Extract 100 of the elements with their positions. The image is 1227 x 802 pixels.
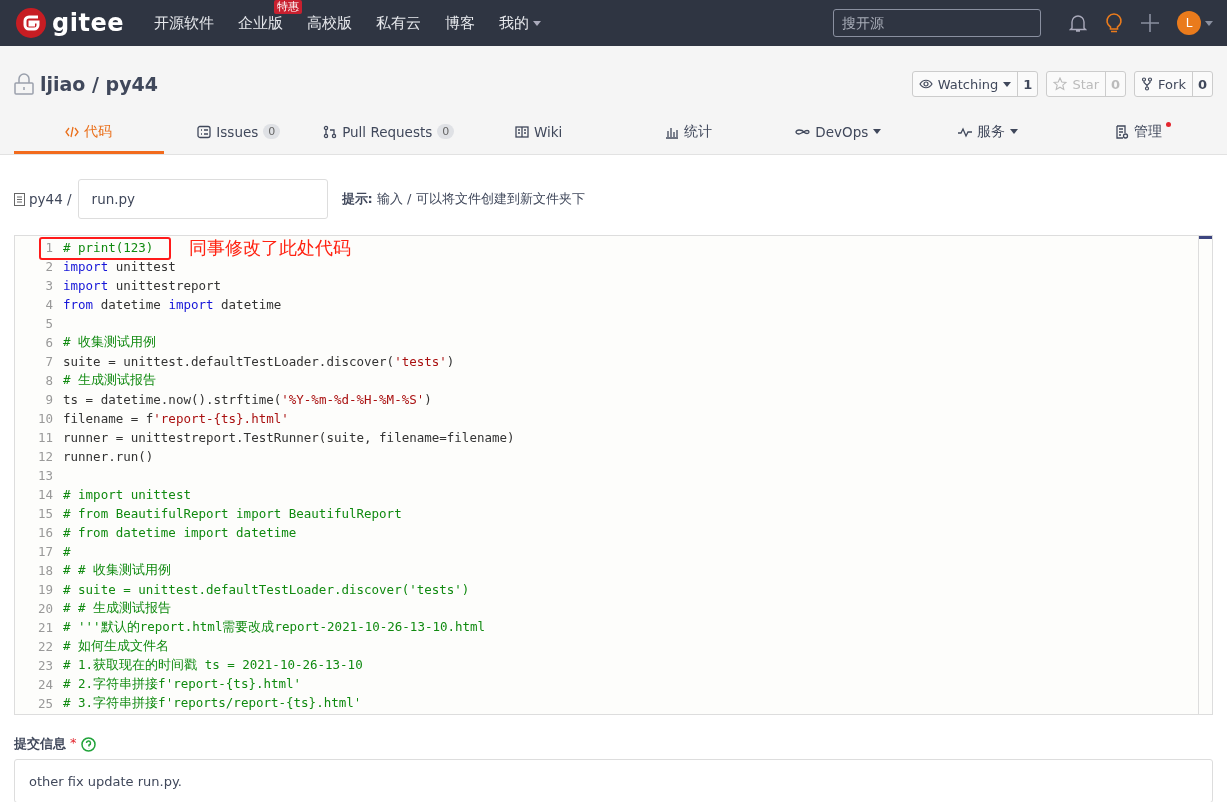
code-line: filename = f'report-{ts}.html': [63, 411, 289, 426]
star-icon: [1053, 77, 1068, 91]
code-icon: [65, 124, 80, 139]
repo-tab[interactable]: 管理: [1063, 112, 1213, 154]
caret-icon: [532, 20, 541, 26]
field-label: 提交信息: [14, 735, 66, 753]
filename-field[interactable]: run.py: [77, 179, 328, 219]
search-field[interactable]: 搜开源: [833, 9, 1041, 37]
repo-action-button[interactable]: Fork: [1135, 72, 1193, 96]
code-editor[interactable]: [14, 235, 1213, 715]
plus-icon[interactable]: [1141, 14, 1159, 32]
scrollbar[interactable]: [1198, 236, 1212, 714]
line-number: 18: [36, 563, 54, 578]
line-number: 14: [36, 487, 54, 502]
caret-icon: [1205, 20, 1213, 26]
line-number: 24: [36, 677, 54, 692]
nav-link[interactable]: 高校版: [306, 13, 352, 33]
book-icon: [514, 124, 529, 139]
repo-tab[interactable]: DevOps: [763, 112, 914, 154]
code-line: # 2.字符串拼接f'report-{ts}.html': [63, 676, 302, 693]
pull-request-icon: [323, 124, 338, 139]
code-line: # print(123): [63, 240, 154, 255]
nav-link[interactable]: 私有云: [375, 13, 421, 33]
help-icon[interactable]: [80, 736, 96, 752]
hint-text: 提示: 输入 / 可以将文件创建到新文件夹下: [341, 190, 585, 208]
code-line: # from datetime import datetime: [63, 525, 297, 540]
repository-title[interactable]: ljiao / py44: [40, 73, 158, 95]
code-line: runner = unittestreport.TestRunner(suite, filename=filename): [63, 430, 515, 445]
nav-link[interactable]: 博客: [444, 13, 475, 33]
promo-badge: 特惠: [273, 0, 302, 14]
code-line: suite = unittest.defaultTestLoader.discover('tests'): [63, 354, 455, 369]
logo-icon: [16, 8, 46, 38]
count-badge: 0: [437, 124, 455, 139]
code-line: # 如何生成文件名: [63, 638, 170, 655]
line-number: 12: [36, 449, 54, 464]
brand-name[interactable]: gitee: [52, 9, 124, 37]
code-line: # '''默认的report.html需要改成report-2021-10-26-13-10.html: [63, 619, 486, 636]
document-icon: [1114, 124, 1129, 139]
repo-tab[interactable]: Issues 0: [163, 112, 314, 154]
code-line: # 3.字符串拼接f'reports/report-{ts}.html': [63, 695, 362, 712]
line-number: 3: [44, 278, 54, 293]
code-line: ts = datetime.now().strftime('%Y-%m-%d-%H-%M-%S'): [63, 392, 432, 407]
code-line: #: [63, 544, 71, 559]
repo-tab[interactable]: 服务: [913, 112, 1064, 154]
repo-tab[interactable]: Wiki: [463, 112, 614, 154]
repo-action-count[interactable]: 1: [1018, 72, 1038, 96]
repo-tab[interactable]: Pull Requests 0: [313, 112, 464, 154]
code-line: from datetime import datetime: [63, 297, 282, 312]
lock-icon: [14, 73, 34, 95]
folder-link[interactable]: py44 /: [14, 191, 72, 207]
nav-link[interactable]: 我的: [498, 13, 541, 33]
list-icon: [197, 124, 212, 139]
code-line: # # 生成测试报告: [63, 600, 172, 617]
annotation-text: 同事修改了此处代码: [189, 235, 352, 260]
required-mark: *: [70, 735, 77, 750]
line-number: 8: [44, 373, 54, 388]
lightbulb-icon[interactable]: [1105, 12, 1123, 34]
fork-icon: [1141, 77, 1154, 91]
caret-icon: [1010, 129, 1019, 134]
repo-action-button[interactable]: Watching: [912, 72, 1019, 96]
line-number: 7: [44, 354, 54, 369]
line-number: 13: [36, 468, 54, 483]
line-number: 22: [36, 639, 54, 654]
line-number: 6: [44, 335, 54, 350]
line-number: 17: [36, 544, 54, 559]
line-number: 19: [36, 582, 54, 597]
bell-icon[interactable]: [1069, 13, 1087, 33]
nav-link[interactable]: 开源软件: [153, 13, 214, 33]
line-number: 1: [44, 240, 54, 255]
code-line: import unittest: [63, 259, 176, 274]
line-number: 15: [36, 506, 54, 521]
file-icon: [14, 192, 25, 206]
line-number: 21: [36, 620, 54, 635]
eye-icon: [918, 79, 933, 89]
repo-tab[interactable]: 统计: [613, 112, 764, 154]
code-line: # 1.获取现在的时间戳 ts = 2021-10-26-13-10: [63, 657, 363, 674]
line-number: 4: [44, 297, 54, 312]
line-number: 20: [36, 601, 54, 616]
code-line: runner.run(): [63, 449, 154, 464]
commit-message-field[interactable]: other fix update run.py.: [14, 759, 1213, 802]
repo-action-count[interactable]: 0: [1192, 72, 1212, 96]
scrollbar-thumb[interactable]: [1199, 236, 1212, 239]
code-line: # # 收集测试用例: [63, 562, 172, 579]
line-number: 23: [36, 658, 54, 673]
code-line: # from BeautifulReport import BeautifulReport: [63, 506, 402, 521]
nav-link[interactable]: 企业版: [237, 13, 283, 33]
line-number: 25: [36, 696, 54, 711]
line-number: 16: [36, 525, 54, 540]
code-line: # 生成测试报告: [63, 372, 157, 389]
count-badge: 0: [263, 124, 281, 139]
code-line: # suite = unittest.defaultTestLoader.discover('tests'): [63, 582, 470, 597]
notification-dot: [1165, 122, 1171, 127]
caret-icon: [873, 129, 882, 134]
caret-icon: [1003, 81, 1012, 87]
line-number: 9: [44, 392, 54, 407]
line-number: 5: [44, 316, 54, 331]
code-line: import unittestreport: [63, 278, 222, 293]
line-number: 11: [36, 430, 54, 445]
code-line: # import unittest: [63, 487, 191, 502]
line-number: 2: [44, 259, 54, 274]
